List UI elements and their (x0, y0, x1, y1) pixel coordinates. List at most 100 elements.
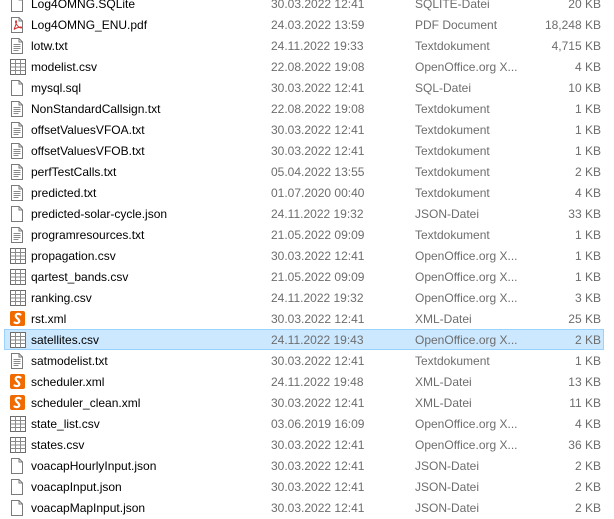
file-row[interactable]: qartest_bands.csv 21.05.2022 09:09 OpenOff… (0, 266, 614, 287)
file-row[interactable]: voacapHourlyInput.json 30.03.2022 12:41 JS… (0, 455, 614, 476)
file-size: 1 KB (574, 102, 601, 116)
file-type: Textdokument (415, 165, 490, 179)
file-date-modified: 30.03.2022 12:41 (271, 459, 365, 473)
file-size: 3 KB (574, 291, 601, 305)
file-size: 1 KB (574, 228, 601, 242)
file-type: XML-Datei (415, 312, 472, 326)
file-date-modified: 30.03.2022 12:41 (271, 123, 365, 137)
file-row[interactable]: predicted-solar-cycle.json 24.11.2022 19:… (0, 203, 614, 224)
file-row[interactable]: perfTestCalls.txt 05.04.2022 13:55 Textdok… (0, 161, 614, 182)
file-size: 4 KB (574, 186, 601, 200)
file-date-modified: 30.03.2022 12:41 (271, 354, 365, 368)
file-type: JSON-Datei (415, 207, 480, 221)
file-name: NonStandardCallsign.txt (31, 102, 161, 116)
spreadsheet-icon (10, 330, 26, 349)
document-icon (10, 0, 26, 13)
file-size: 4 KB (574, 417, 601, 431)
file-row[interactable]: mysql.sql 30.03.2022 12:41 SQL-Datei 10 KB (0, 77, 614, 98)
file-row[interactable]: NonStandardCallsign.txt 22.08.2022 19:08 T… (0, 98, 614, 119)
text-file-icon (10, 99, 26, 118)
file-name: voacapInput.json (31, 480, 122, 494)
file-type: Textdokument (415, 144, 490, 158)
file-name: scheduler_clean.xml (31, 396, 141, 410)
file-row[interactable]: propagation.csv 30.03.2022 12:41 OpenOffic… (0, 245, 614, 266)
pdf-icon (10, 15, 26, 34)
file-row[interactable]: Log4OMNG.SQLite 30.03.2022 12:41 SQLITE-Da… (0, 0, 614, 14)
file-name: states.csv (31, 438, 85, 452)
file-name: offsetValuesVFOA.txt (31, 123, 145, 137)
file-name: scheduler.xml (31, 375, 105, 389)
file-row[interactable]: lotw.txt 24.11.2022 19:33 Textdokument 4,71… (0, 35, 614, 56)
file-row[interactable]: rst.xml 30.03.2022 12:41 XML-Datei 25 KB (0, 308, 614, 329)
text-file-icon (10, 162, 26, 181)
file-type: OpenOffice.org X... (415, 249, 518, 263)
file-row[interactable]: states.csv 30.03.2022 12:41 OpenOffice.org… (0, 434, 614, 455)
file-row[interactable]: scheduler_clean.xml 30.03.2022 12:41 XML-D… (0, 392, 614, 413)
file-date-modified: 21.05.2022 09:09 (271, 228, 365, 242)
file-name: mysql.sql (31, 81, 82, 95)
file-type: JSON-Datei (415, 459, 480, 473)
spreadsheet-icon (10, 414, 26, 433)
file-name: lotw.txt (31, 39, 68, 53)
file-type: PDF Document (415, 18, 498, 32)
spreadsheet-icon (10, 57, 26, 76)
file-row[interactable]: scheduler.xml 24.11.2022 19:48 XML-Datei 13… (0, 371, 614, 392)
file-row[interactable]: voacapMapInput.json 30.03.2022 12:41 JSON-… (0, 497, 614, 518)
file-date-modified: 30.03.2022 12:41 (271, 144, 365, 158)
file-name: qartest_bands.csv (31, 270, 129, 284)
xml-icon (10, 393, 26, 412)
file-row[interactable]: voacapInput.json 30.03.2022 12:41 JSON-Dat… (0, 476, 614, 497)
file-name: voacapHourlyInput.json (31, 459, 157, 473)
file-date-modified: 30.03.2022 12:41 (271, 0, 365, 11)
file-row[interactable]: programresources.txt 21.05.2022 09:09 Text… (0, 224, 614, 245)
file-size: 2 KB (574, 459, 601, 473)
file-size: 33 KB (568, 207, 601, 221)
file-name: predicted-solar-cycle.json (31, 207, 168, 221)
text-file-icon (10, 225, 26, 244)
file-date-modified: 24.03.2022 13:59 (271, 18, 365, 32)
file-size: 11 KB (569, 396, 601, 410)
file-row[interactable]: offsetValuesVFOA.txt 30.03.2022 12:41 Text… (0, 119, 614, 140)
file-row[interactable]: offsetValuesVFOB.txt 30.03.2022 12:41 Text… (0, 140, 614, 161)
file-row[interactable]: satellites.csv 24.11.2022 19:43 OpenOffice… (4, 329, 604, 350)
file-type: SQLITE-Datei (415, 0, 490, 11)
file-size: 1 KB (574, 354, 601, 368)
file-size: 1 KB (574, 249, 601, 263)
file-size: 2 KB (574, 480, 601, 494)
document-icon (10, 498, 26, 517)
file-row[interactable]: Log4OMNG_ENU.pdf 24.03.2022 13:59 PDF Docu… (0, 14, 614, 35)
file-size: 10 KB (568, 81, 601, 95)
document-icon (10, 204, 26, 223)
file-date-modified: 05.04.2022 13:55 (271, 165, 365, 179)
file-size: 20 KB (568, 0, 601, 11)
file-type: XML-Datei (415, 396, 472, 410)
file-size: 1 KB (574, 270, 601, 284)
file-type: OpenOffice.org X... (415, 417, 518, 431)
text-file-icon (10, 141, 26, 160)
document-icon (10, 477, 26, 496)
file-name: Log4OMNG_ENU.pdf (31, 18, 148, 32)
file-size: 36 KB (568, 438, 601, 452)
file-date-modified: 24.11.2022 19:32 (271, 291, 364, 305)
file-date-modified: 30.03.2022 12:41 (271, 501, 365, 515)
file-name: rst.xml (31, 312, 67, 326)
file-name: perfTestCalls.txt (31, 165, 117, 179)
file-row[interactable]: predicted.txt 01.07.2020 00:40 Textdokumen… (0, 182, 614, 203)
file-row[interactable]: satmodelist.txt 30.03.2022 12:41 Textdokum… (0, 350, 614, 371)
file-row[interactable]: modelist.csv 22.08.2022 19:08 OpenOffice.o… (0, 56, 614, 77)
spreadsheet-icon (10, 288, 26, 307)
file-name: state_list.csv (31, 417, 100, 431)
file-row[interactable]: ranking.csv 24.11.2022 19:32 OpenOffice.or… (0, 287, 614, 308)
file-size: 25 KB (568, 312, 601, 326)
file-date-modified: 22.08.2022 19:08 (271, 102, 365, 116)
text-file-icon (10, 351, 26, 370)
file-type: OpenOffice.org X... (415, 291, 518, 305)
text-file-icon (10, 120, 26, 139)
file-list: Log4OMNG.SQLite 30.03.2022 12:41 SQLITE-Da… (0, 0, 614, 518)
file-name: predicted.txt (31, 186, 97, 200)
file-type: Textdokument (415, 228, 490, 242)
file-date-modified: 30.03.2022 12:41 (271, 396, 365, 410)
file-row[interactable]: state_list.csv 03.06.2019 16:09 OpenOffice… (0, 413, 614, 434)
file-date-modified: 24.11.2022 19:48 (271, 375, 364, 389)
file-date-modified: 30.03.2022 12:41 (271, 480, 365, 494)
